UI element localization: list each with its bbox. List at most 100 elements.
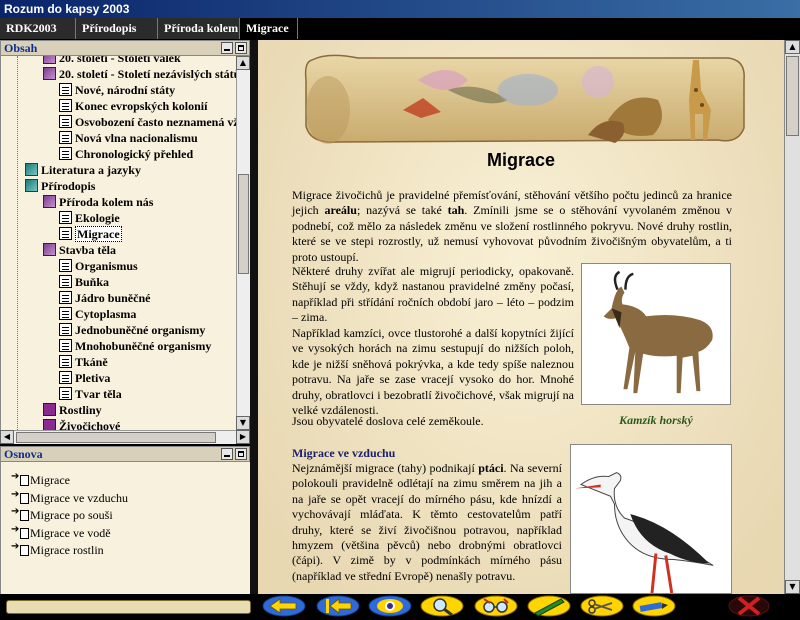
tree-item[interactable]: Mnohobuněčné organismy	[59, 338, 211, 354]
scroll-right-arrow-icon[interactable]: ▶	[236, 430, 250, 444]
obsah-minimize-button[interactable]	[221, 42, 233, 54]
tree-scroll-thumb[interactable]	[238, 174, 249, 274]
tree-item[interactable]: Přírodopis	[25, 178, 95, 194]
text-span: Nejznámější migrace (tahy) podnikají	[292, 461, 479, 475]
article-paragraph: Například kamzíci, ovce tlustorohé a dal…	[292, 326, 574, 418]
scroll-down-arrow-icon[interactable]: ▼	[236, 416, 250, 430]
document-icon	[59, 211, 72, 224]
tree-item[interactable]: Rostliny	[43, 402, 102, 418]
tree-item[interactable]: Tkáně	[59, 354, 108, 370]
article-paragraph: Některé druhy zvířat ale migrují periodi…	[292, 264, 574, 325]
document-icon	[59, 99, 72, 112]
article-view: Migrace Migrace živočichů je pravidelné …	[258, 40, 784, 594]
tree-item[interactable]: Tvar těla	[59, 386, 122, 402]
tree-item-label: Mnohobuněčné organismy	[75, 339, 212, 353]
breadcrumb-item-rdk2003[interactable]: RDK2003	[0, 18, 76, 39]
scroll-down-arrow-icon[interactable]: ▼	[785, 580, 800, 594]
tree-item[interactable]: Cytoplasma	[59, 306, 136, 322]
tree-item[interactable]: Stavba těla	[43, 242, 116, 258]
term-ptaci: ptáci	[478, 461, 504, 475]
article-scroll-thumb[interactable]	[786, 56, 799, 136]
tree-item-label: 20. století - Století nezávislých států	[59, 67, 241, 81]
breadcrumb-item-priroda-kolem-nas[interactable]: Příroda kolem nás	[158, 18, 240, 39]
scroll-up-arrow-icon[interactable]: ▲	[236, 56, 250, 70]
tree-item[interactable]: 20. století - Století válek	[43, 56, 181, 66]
panel-splitter[interactable]	[250, 40, 258, 594]
tree-item[interactable]: Buňka	[59, 274, 109, 290]
scroll-left-arrow-icon[interactable]: ◀	[0, 430, 14, 444]
tree-item-label: Organismus	[75, 259, 138, 273]
tree-item[interactable]: Živočichové	[43, 418, 120, 430]
tree-item[interactable]: Chronologický přehled	[59, 146, 193, 162]
outline-item[interactable]: Migrace po souši	[11, 506, 113, 523]
obsah-maximize-button[interactable]	[235, 42, 247, 54]
scroll-up-arrow-icon[interactable]: ▲	[785, 40, 800, 54]
osnova-panel-header: Osnova	[0, 446, 250, 462]
closed-book-icon	[43, 403, 56, 416]
exit-x-icon[interactable]	[726, 595, 772, 617]
open-book-icon	[43, 56, 56, 64]
outline-item-label: Migrace rostlin	[30, 543, 104, 557]
back-to-index-icon[interactable]	[316, 595, 360, 617]
closed-book-icon	[25, 179, 38, 192]
tree-item[interactable]: Osvobození často neznamená vždy…	[59, 114, 250, 130]
document-icon	[59, 259, 72, 272]
tree-item[interactable]: Jednobuněčné organismy	[59, 322, 205, 338]
term-tah: tah	[447, 203, 465, 218]
tree-item-label: Konec evropských kolonií	[75, 99, 208, 113]
document-icon	[59, 115, 72, 128]
outline-item[interactable]: Migrace ve vodě	[11, 524, 111, 541]
tree-item[interactable]: Jádro buněčné	[59, 290, 150, 306]
tree-item-label: Cytoplasma	[75, 307, 137, 321]
tree-horizontal-scrollbar[interactable]: ◀ ▶	[0, 430, 250, 444]
tree-item[interactable]: Nové, národní státy	[59, 82, 175, 98]
annotate-pen-icon[interactable]	[527, 595, 571, 617]
tree-item-label: Jednobuněčné organismy	[75, 323, 206, 337]
tree-item[interactable]: Pletiva	[59, 370, 110, 386]
article-vertical-scrollbar[interactable]: ▲ ▼	[784, 40, 800, 594]
tree-item[interactable]: Migrace	[59, 226, 122, 242]
tree-hscroll-thumb[interactable]	[16, 432, 216, 443]
tree-item[interactable]: Konec evropských kolonií	[59, 98, 207, 114]
content-tree: 20. století - Století válek 20. století -…	[0, 56, 250, 430]
outline-item[interactable]: Migrace ve vzduchu	[11, 489, 128, 506]
tree-vertical-scrollbar[interactable]: ▲ ▼	[236, 56, 250, 430]
breadcrumb-item-current: Migrace	[240, 18, 298, 39]
tree-item[interactable]: Organismus	[59, 258, 138, 274]
search-glasses-icon[interactable]	[474, 595, 518, 617]
tree-item-label: Rostliny	[59, 403, 102, 417]
tree-item-label: Jádro buněčné	[75, 291, 151, 305]
tree-item-label: Živočichové	[59, 419, 121, 430]
breadcrumb-item-prirodopis[interactable]: Přírodopis	[76, 18, 158, 39]
notes-pencil-icon[interactable]	[632, 595, 676, 617]
status-field	[6, 600, 251, 614]
outline-link-icon	[11, 489, 29, 504]
search-magnifier-icon[interactable]	[420, 595, 464, 617]
tree-item[interactable]: Literatura a jazyky	[25, 162, 141, 178]
tree-item[interactable]: 20. století - Století nezávislých států	[43, 66, 240, 82]
animal-banner-image	[304, 54, 745, 144]
tree-item-label: Příroda kolem nás	[59, 195, 154, 209]
document-icon	[59, 275, 72, 288]
view-eye-icon[interactable]	[368, 595, 412, 617]
outline-item[interactable]: Migrace	[11, 471, 70, 488]
document-icon	[59, 387, 72, 400]
tree-item-label: Nové, národní státy	[75, 83, 176, 97]
text-span: . Na severní polokouli pravidelně odléta…	[292, 461, 562, 583]
document-icon	[59, 131, 72, 144]
outline-link-icon	[11, 524, 29, 539]
article-paragraph: Jsou obyvatelé doslova celé zeměkoule.	[292, 414, 484, 428]
document-icon	[59, 291, 72, 304]
tree-item-label: Nová vlna nacionalismu	[75, 131, 198, 145]
osnova-maximize-button[interactable]	[235, 448, 247, 460]
tree-item[interactable]: Ekologie	[59, 210, 120, 226]
page-title: Migrace	[486, 150, 556, 170]
outline-item[interactable]: Migrace rostlin	[11, 541, 104, 558]
tree-item[interactable]: Příroda kolem nás	[43, 194, 153, 210]
back-arrow-icon[interactable]	[262, 595, 306, 617]
document-icon	[59, 339, 72, 352]
outline-item-label: Migrace ve vodě	[30, 525, 111, 540]
osnova-minimize-button[interactable]	[221, 448, 233, 460]
tools-scissors-icon[interactable]	[580, 595, 624, 617]
tree-item[interactable]: Nová vlna nacionalismu	[59, 130, 198, 146]
